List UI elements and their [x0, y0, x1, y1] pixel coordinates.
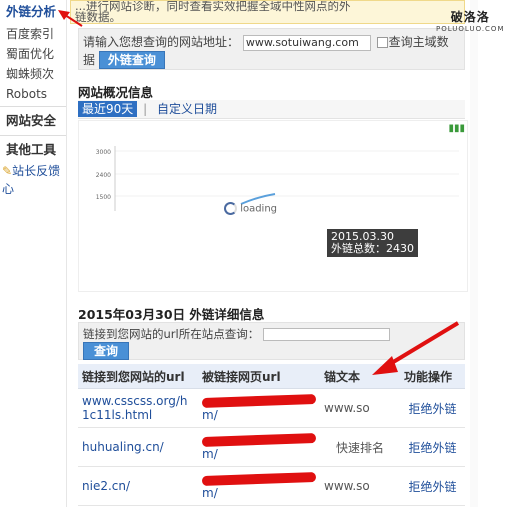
chart-icon[interactable]: ▮▮▮ — [448, 123, 465, 134]
backlink-table: 链接到您网站的url 被链接网页url 锚文本 功能操作 www.csscss.… — [78, 364, 465, 506]
url-query-panel: 请输入您想查询的网站地址： www.sotuiwang.com 查询主域数 据 … — [78, 28, 465, 70]
loading-indicator: loading — [224, 202, 277, 215]
table-header: 链接到您网站的url 被链接网页url 锚文本 功能操作 — [78, 364, 465, 389]
target-url-cell: m/ — [198, 427, 320, 467]
notice-banner: ...进行网站诊断，同时查看实效把握全域中性网点的外 链数据。 — [70, 0, 465, 24]
tab-divider: | — [143, 102, 148, 116]
site-search-panel: 链接到您网站的url所在站点查询： 查询 — [78, 322, 465, 360]
col-anchor-text: 锚文本 — [320, 364, 400, 389]
site-search-input[interactable] — [263, 328, 391, 341]
query-label: 请输入您想查询的网站地址： — [83, 35, 240, 49]
watermark-cn: 破洛洛 — [450, 10, 490, 24]
target-url-link[interactable]: m/ — [202, 447, 218, 461]
query-label-cont: 据 — [83, 52, 96, 67]
col-source-url: 链接到您网站的url — [78, 364, 198, 389]
backlink-chart: ▮▮▮ 3000 2400 1500 loading 2015.03.30 外链总数… — [78, 120, 468, 292]
main-domain-checkbox[interactable] — [376, 37, 388, 48]
table-row: www.csscss.org/h1c11ls.html m/ www.so 拒绝… — [78, 388, 465, 428]
anchor-text-cell: www.so — [320, 466, 400, 506]
main-content: ...进行网站诊断，同时查看实效把握全域中性网点的外 链数据。 请输入您想查询的… — [70, 0, 470, 507]
sidebar-section-security[interactable]: 网站安全 — [0, 109, 66, 133]
source-url-link[interactable]: huhualing.cn/ — [78, 427, 198, 467]
target-url-link[interactable]: m/ — [202, 486, 218, 500]
y-tick-label: 2400 — [96, 172, 111, 179]
spinner-icon — [224, 202, 237, 215]
sidebar-section-other-tools[interactable]: 其他工具 — [0, 138, 66, 162]
sidebar-item-feedback[interactable]: ✎站长反馈心 — [0, 162, 66, 198]
chart-tooltip: 2015.03.30 外链总数：2430 — [327, 229, 418, 257]
tooltip-value: 外链总数：2430 — [331, 242, 414, 255]
table-row: huhualing.cn/ m/ 快速排名 拒绝外链 — [78, 427, 465, 467]
scrollbar[interactable] — [470, 0, 478, 507]
sidebar-item-baidu-index[interactable]: 百度索引 — [0, 24, 66, 44]
anchor-text-cell: www.so — [320, 388, 400, 428]
divider — [0, 106, 66, 107]
divider — [0, 135, 66, 136]
anchor-text-cell: 快速排名 — [320, 427, 400, 467]
sidebar-item-page-optimization[interactable]: 蜀面优化 — [0, 44, 66, 64]
redaction-mark — [201, 433, 317, 447]
watermark: 破洛洛 POLUOLUO.COM — [436, 8, 504, 33]
col-actions: 功能操作 — [400, 364, 465, 389]
site-search-label: 链接到您网站的url所在站点查询： — [83, 327, 260, 341]
source-url-link[interactable]: www.csscss.org/h1c11ls.html — [78, 388, 198, 428]
col-target-url: 被链接网页url — [198, 364, 320, 389]
target-url-cell: m/ — [198, 466, 320, 506]
pencil-icon: ✎ — [2, 164, 13, 178]
watermark-en: POLUOLUO.COM — [436, 25, 505, 33]
sidebar-item-robots[interactable]: Robots — [0, 84, 66, 104]
tab-custom-date[interactable]: 自定义日期 — [153, 101, 221, 117]
backlink-query-button[interactable]: 外链查询 — [98, 50, 165, 69]
table-row: nie2.cn/ m/ www.so 拒绝外链 — [78, 466, 465, 506]
target-url-cell: m/ — [198, 388, 320, 428]
y-tick-label: 1500 — [96, 194, 111, 201]
site-search-button[interactable]: 查询 — [83, 342, 130, 360]
tab-last-90-days[interactable]: 最近90天 — [78, 101, 138, 117]
reject-backlink-button[interactable]: 拒绝外链 — [400, 466, 465, 506]
overview-title: 网站概况信息 — [78, 85, 154, 100]
y-tick-label: 3000 — [96, 149, 111, 156]
sidebar-item-backlink-analysis[interactable]: 外链分析 — [0, 0, 66, 24]
target-url-link[interactable]: m/ — [202, 408, 218, 422]
source-url-link[interactable]: nie2.cn/ — [78, 466, 198, 506]
reject-backlink-button[interactable]: 拒绝外链 — [400, 427, 465, 467]
loading-text: loading — [240, 203, 278, 215]
main-domain-label: 查询主域数 — [388, 35, 449, 49]
redaction-mark — [201, 394, 317, 408]
date-range-tabs: 最近90天 | 自定义日期 — [78, 100, 465, 119]
url-input[interactable]: www.sotuiwang.com — [242, 34, 371, 51]
redaction-mark — [201, 472, 317, 486]
sidebar-item-spider-frequency[interactable]: 蜘蛛频次 — [0, 64, 66, 84]
notice-line-2: 链数据。 — [75, 10, 121, 24]
notice-line-1: ...进行网站诊断，同时查看实效把握全域中性网点的外 — [75, 0, 351, 13]
reject-backlink-button[interactable]: 拒绝外链 — [400, 388, 465, 428]
detail-title: 2015年03月30日 外链详细信息 — [78, 307, 265, 322]
sidebar: 外链分析 百度索引 蜀面优化 蜘蛛频次 Robots 网站安全 其他工具 ✎站长… — [0, 0, 67, 507]
